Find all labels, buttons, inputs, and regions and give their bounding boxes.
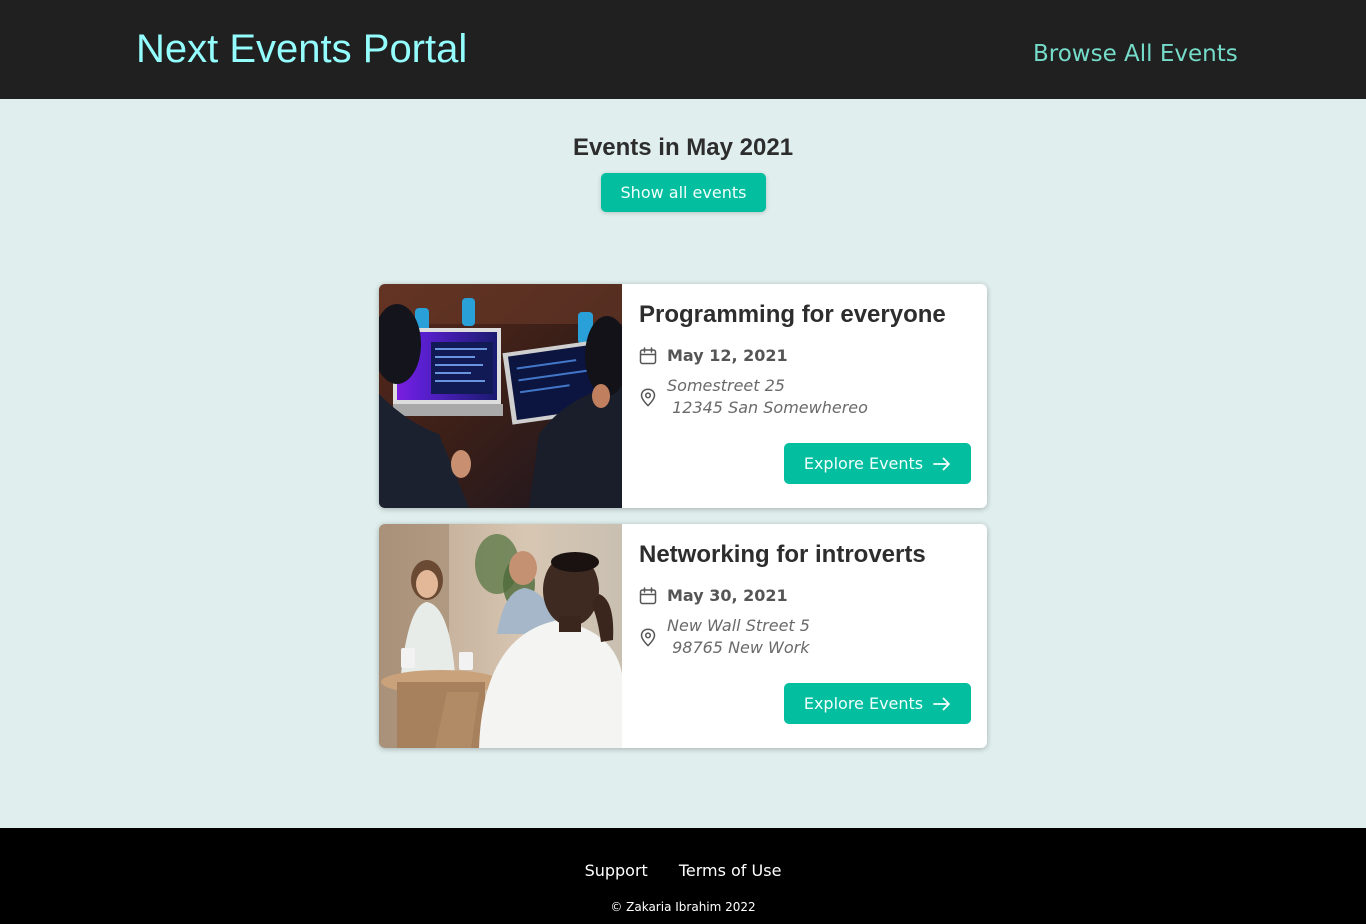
footer-nav: Support Terms of Use [0, 860, 1366, 882]
site-header: Next Events Portal Browse All Events [0, 0, 1366, 99]
arrow-right-icon [933, 457, 951, 470]
footer-link-terms[interactable]: Terms of Use [679, 860, 782, 882]
cafe-people-photo [379, 524, 622, 748]
event-date: May 12, 2021 [667, 346, 788, 365]
event-title: Networking for introverts [639, 541, 926, 568]
location-pin-icon [640, 388, 656, 407]
event-content: Programming for everyone May 12, 2021 So… [622, 284, 987, 508]
event-address: New Wall Street 5 98765 New Work [667, 616, 810, 657]
event-date: May 30, 2021 [667, 586, 788, 605]
arrow-right-icon [933, 697, 951, 710]
calendar-icon [639, 587, 657, 605]
calendar-icon [639, 347, 657, 365]
explore-events-button[interactable]: Explore Events [784, 443, 971, 484]
explore-events-label: Explore Events [803, 454, 924, 473]
event-card: Programming for everyone May 12, 2021 So… [379, 284, 987, 508]
laptops-coding-photo [379, 284, 622, 508]
event-title: Programming for everyone [639, 301, 946, 328]
show-all-events-button[interactable]: Show all events [601, 173, 766, 212]
event-card: Networking for introverts May 30, 2021 N… [379, 524, 987, 748]
event-address: Somestreet 25 12345 San Somewhereo [667, 376, 868, 417]
site-footer: Support Terms of Use © Zakaria Ibrahim 2… [0, 828, 1366, 924]
page-title: Events in May 2021 [572, 134, 794, 161]
event-image [379, 284, 622, 508]
event-image [379, 524, 622, 748]
browse-all-events-link[interactable]: Browse All Events [1033, 39, 1238, 69]
explore-events-label: Explore Events [803, 694, 924, 713]
site-logo[interactable]: Next Events Portal [136, 26, 467, 72]
event-content: Networking for introverts May 30, 2021 N… [622, 524, 987, 748]
location-pin-icon [640, 628, 656, 647]
explore-events-button[interactable]: Explore Events [784, 683, 971, 724]
footer-link-support[interactable]: Support [585, 860, 648, 882]
copyright-text: © Zakaria Ibrahim 2022 [610, 900, 756, 914]
